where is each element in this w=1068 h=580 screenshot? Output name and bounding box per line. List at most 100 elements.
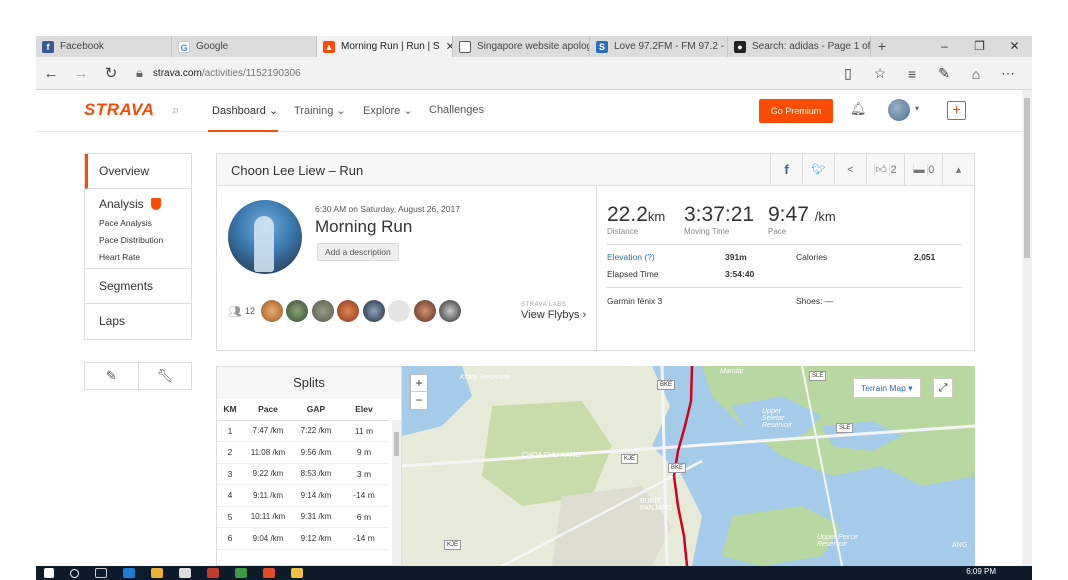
split-elev: 9 m [339,441,389,464]
go-premium-button[interactable]: Go Premium [759,99,833,123]
tab-search-adidas[interactable]: ● Search: adidas - Page 1 of [728,36,871,57]
nav-explore[interactable]: Explore ⌄ [363,104,413,117]
strava-logo[interactable]: STRAVA [84,100,154,120]
notes-icon[interactable] [291,568,303,578]
search-icon[interactable]: ⌕ [172,102,179,118]
tab-singapore-website[interactable]: Singapore website apolog [453,36,590,57]
terrain-map-dropdown[interactable]: Terrain Map ▾ [853,378,921,398]
store-icon[interactable] [179,568,191,578]
split-km: 1 [217,420,243,442]
sidenav-heart-rate[interactable]: Heart Rate [99,252,191,262]
tab-label: Facebook [60,41,104,52]
pace-unit: /km [814,209,836,224]
sidenav-segments[interactable]: Segments [85,269,191,304]
windows-start-icon[interactable] [44,568,54,578]
avatar[interactable] [337,300,360,322]
chevron-down-icon[interactable]: ▾ [915,104,919,113]
athlete-activity-title[interactable]: Choon Lee Liew – Run [231,163,363,178]
collapse-caret-icon[interactable]: ▴ [942,154,974,186]
media-icon[interactable] [207,568,219,578]
zoom-out-button[interactable]: − [411,392,427,409]
reading-view-icon[interactable]: ▯ [832,65,864,82]
avatar[interactable] [362,300,385,322]
avatar[interactable] [413,300,436,322]
url-field[interactable]: 🔒︎ strava.com/activities/1152190306 [136,65,301,81]
strava-labs-label: STRAVA LABS [521,302,567,308]
sidenav-overview[interactable]: Overview [85,154,191,189]
page-scrollbar[interactable] [1022,90,1032,566]
zoom-in-button[interactable]: + [411,375,427,392]
tab-label: Singapore website apolog [477,41,590,52]
add-description-button[interactable]: Add a description [317,243,399,261]
tab-facebook[interactable]: f Facebook [36,36,172,57]
table-row[interactable]: 1 7:47 /km 7:22 /km 11 m [217,420,389,442]
kudos-button[interactable]: 👍︎ 2 [866,154,904,186]
athlete-photo[interactable] [228,200,302,274]
sidenav-pace-analysis[interactable]: Pace Analysis [99,218,191,228]
new-tab-button[interactable]: + [871,36,893,57]
table-row[interactable]: 5 10:11 /km 9:31 /km 6 m [217,506,389,528]
minimize-icon[interactable]: – [927,36,962,57]
web-note-icon[interactable]: ✎ [928,65,960,82]
hub-icon[interactable]: ≡ [896,66,928,82]
upload-plus-button[interactable]: + [947,101,966,120]
tab-love-972[interactable]: S Love 97.2FM - FM 97.2 - C [590,36,728,57]
share-icon[interactable]: < [834,154,866,186]
bell-icon[interactable]: 🔔︎ [850,101,867,117]
tab-google[interactable]: G Google [172,36,317,57]
nav-training[interactable]: Training ⌄ [294,104,346,117]
wrench-icon[interactable]: 🔧︎ [139,363,192,389]
restore-icon[interactable]: ❐ [962,36,997,57]
avatar[interactable] [439,300,462,322]
sidenav-laps[interactable]: Laps [85,304,191,339]
edge-icon[interactable] [123,568,135,578]
table-row[interactable]: 3 9:22 /km 8:53 /km 3 m [217,463,389,485]
route-map[interactable]: + − Kranji Reservoir Mandai Upper Seleta… [402,366,975,566]
avatar[interactable] [260,300,283,322]
facebook-share-icon[interactable]: f [770,154,802,186]
folder-icon[interactable] [151,568,163,578]
task-view-icon[interactable] [95,568,107,578]
favorite-star-icon[interactable]: ☆ [864,65,896,82]
pace-label: Pace [768,227,787,236]
share-icon[interactable]: ⌂ [960,66,992,82]
chevron-down-icon: ⌄ [268,105,279,117]
fullscreen-icon[interactable]: ⤢ [933,378,953,398]
sidenav-analysis-title[interactable]: Analysis [99,197,191,211]
tab-morning-run[interactable]: ▲ Morning Run | Run | S ✕ [317,36,453,57]
avatar[interactable] [311,300,334,322]
avatar[interactable] [286,300,309,322]
table-row[interactable]: 4 9:11 /km 9:14 /km -14 m [217,484,389,507]
nav-challenges[interactable]: Challenges [429,104,484,116]
splits-scrollbar[interactable] [392,420,401,565]
elevation-label[interactable]: Elevation (?) [607,252,655,262]
activity-tools: ✎ 🔧︎ [84,362,192,390]
refresh-icon[interactable]: ↻ [96,64,126,82]
back-arrow-icon[interactable]: ← [36,65,66,82]
twitter-share-icon[interactable]: 🐦︎ [802,154,834,186]
split-gap: 9:14 /km [293,484,339,507]
close-tab-icon[interactable]: ✕ [446,40,452,53]
edit-pencil-icon[interactable]: ✎ [85,363,139,389]
scroll-thumb[interactable] [394,432,399,456]
close-window-icon[interactable]: ✕ [997,36,1032,57]
sidenav-pace-distribution[interactable]: Pace Distribution [99,235,191,245]
scroll-thumb[interactable] [1024,98,1030,258]
table-row[interactable]: 6 9:04 /km 9:12 /km -14 m [217,527,389,550]
browser-toolbar: ▯ ☆ ≡ ✎ ⌂ ⋯ [832,57,1024,90]
lock-icon: 🔒︎ [136,65,143,80]
nav-dashboard[interactable]: Dashboard ⌄ [212,104,278,117]
avatar[interactable] [888,99,910,121]
activity-date: 6:30 AM on Saturday, August 26, 2017 [315,204,460,214]
forward-arrow-icon[interactable]: → [66,65,96,82]
table-row[interactable]: 2 11:08 /km 9:56 /km 9 m [217,441,389,464]
google-icon: G [178,40,190,53]
more-icon[interactable]: ⋯ [992,65,1024,82]
chrome-icon[interactable] [263,568,275,578]
excel-icon[interactable] [235,568,247,578]
windows-taskbar: 6:09 PM [36,566,1032,580]
flyby-link[interactable]: STRAVA LABS View Flybys › [521,302,586,321]
search-icon[interactable] [70,568,79,578]
avatar[interactable] [388,300,411,322]
comment-button[interactable]: ▬ 0 [904,154,942,186]
